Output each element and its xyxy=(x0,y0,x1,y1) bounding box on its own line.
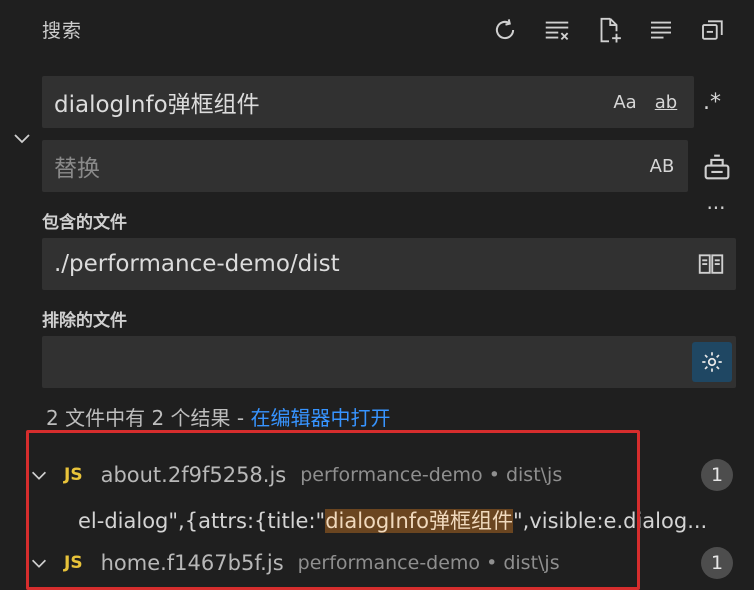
toggle-replace-chevron[interactable] xyxy=(10,126,34,150)
search-only-open-editors-button[interactable] xyxy=(695,249,727,279)
replace-input-placeholder: 替换 xyxy=(54,156,100,182)
match-whole-word-toggle[interactable]: ab xyxy=(648,76,684,128)
refresh-icon xyxy=(495,19,515,40)
refresh-button[interactable] xyxy=(488,13,522,47)
view-as-list-button[interactable] xyxy=(644,13,678,47)
gear-icon xyxy=(702,352,722,372)
clear-results-button[interactable] xyxy=(540,13,574,47)
include-input-value: ./performance-demo/dist xyxy=(54,251,340,277)
new-search-editor-button[interactable] xyxy=(592,13,626,47)
replace-all-button[interactable] xyxy=(700,150,734,184)
chevron-down-icon xyxy=(14,134,30,144)
open-in-editor-link[interactable]: 在编辑器中打开 xyxy=(250,406,390,430)
results-summary: 2 文件中有 2 个结果 - 在编辑器中打开 xyxy=(46,402,390,431)
include-input[interactable]: ./performance-demo/dist xyxy=(42,238,736,290)
exclude-input[interactable] xyxy=(42,336,736,388)
preserve-case-toggle[interactable]: AB xyxy=(642,140,682,192)
result-count-badge: 1 xyxy=(701,459,733,491)
new-file-icon xyxy=(600,17,621,43)
use-exclude-settings-button[interactable] xyxy=(692,342,732,382)
annotation-highlight-box xyxy=(26,430,640,590)
result-count-badge: 1 xyxy=(701,547,733,579)
exclude-label: 排除的文件 xyxy=(42,311,127,331)
book-icon xyxy=(698,254,724,274)
use-regex-toggle[interactable]: .* xyxy=(694,84,730,120)
replace-all-icon xyxy=(704,154,730,180)
collapse-all-button[interactable] xyxy=(696,13,730,47)
replace-input[interactable]: 替换 AB xyxy=(42,140,688,192)
match-case-toggle[interactable]: Aa xyxy=(608,76,642,128)
list-icon xyxy=(651,21,671,39)
include-label: 包含的文件 xyxy=(42,213,127,233)
clear-results-icon xyxy=(545,21,569,41)
search-input[interactable]: dialogInfo弹框组件 Aa ab xyxy=(42,76,694,128)
collapse-all-icon xyxy=(702,20,723,40)
more-options-button[interactable]: ··· xyxy=(700,196,732,220)
results-summary-text: 2 文件中有 2 个结果 - xyxy=(46,406,251,430)
search-input-value: dialogInfo弹框组件 xyxy=(54,92,260,118)
panel-title: 搜索 xyxy=(42,20,83,42)
